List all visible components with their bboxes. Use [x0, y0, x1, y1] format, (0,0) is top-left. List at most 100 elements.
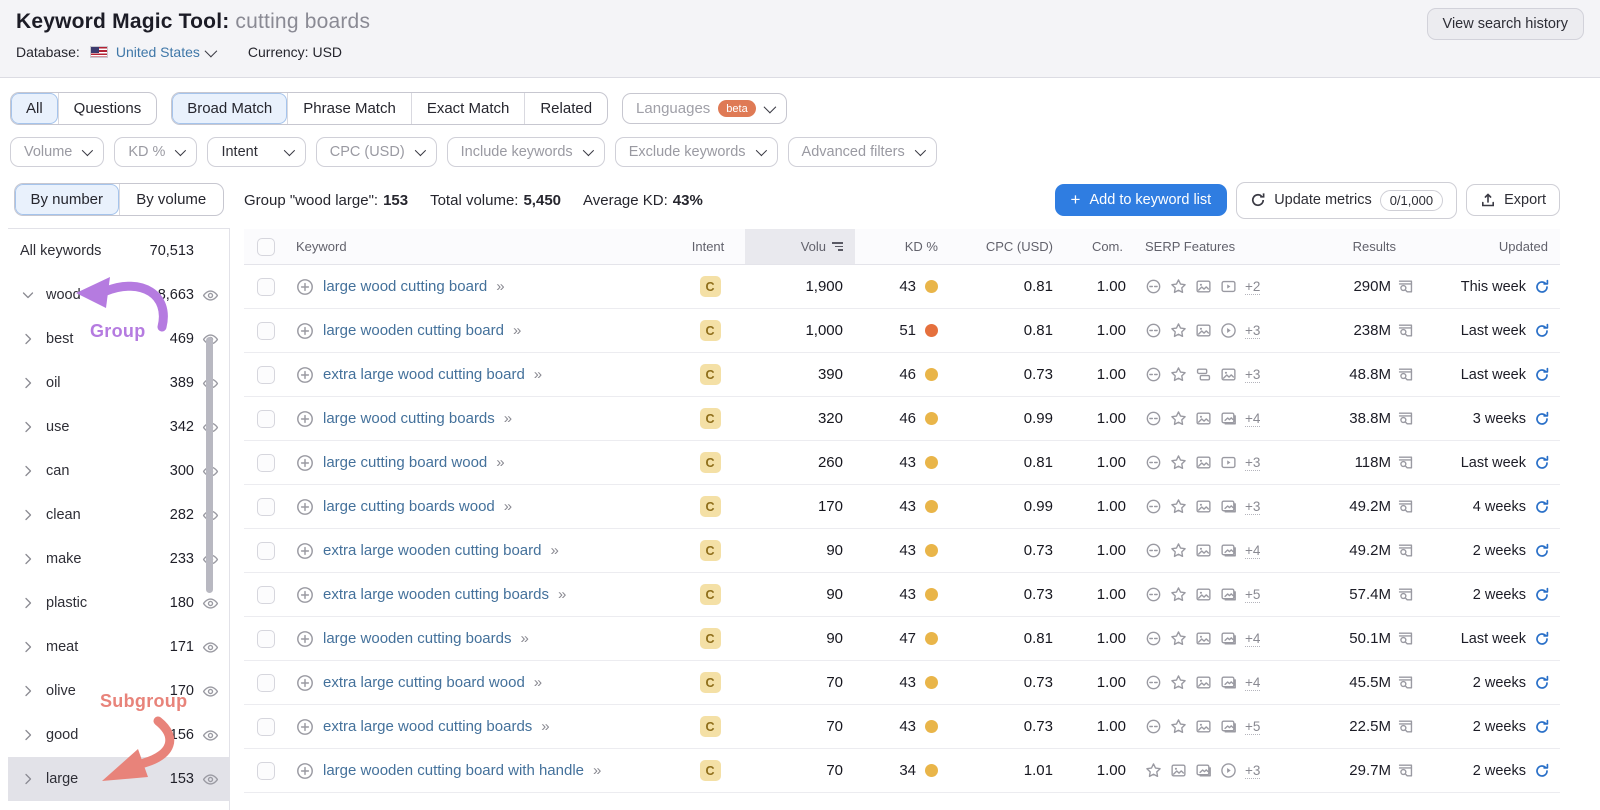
keyword-link[interactable]: large cutting boards wood	[323, 498, 495, 515]
col-com[interactable]: Com.	[1065, 239, 1135, 254]
col-kd[interactable]: KD %	[855, 239, 950, 254]
refresh-icon[interactable]	[1534, 587, 1550, 603]
refresh-icon[interactable]	[1534, 763, 1550, 779]
refresh-icon[interactable]	[1534, 279, 1550, 295]
keyword-expand-chevrons[interactable]: »	[496, 454, 505, 471]
col-cpc[interactable]: CPC (USD)	[950, 239, 1065, 254]
sidebar-item-make[interactable]: make 233	[8, 537, 229, 581]
plus-circle-icon[interactable]	[296, 322, 314, 340]
eye-icon[interactable]	[202, 683, 219, 700]
eye-icon[interactable]	[202, 639, 219, 656]
window-search-icon[interactable]	[1397, 278, 1414, 295]
refresh-icon[interactable]	[1534, 411, 1550, 427]
keyword-link[interactable]: large wood cutting board	[323, 278, 487, 295]
sidebar-item-olive[interactable]: olive 170	[8, 669, 229, 713]
chevron-right-icon[interactable]	[20, 331, 36, 347]
keyword-link[interactable]: large wooden cutting board	[323, 322, 504, 339]
sidebar-item-best[interactable]: best 469	[8, 317, 229, 361]
eye-icon[interactable]	[202, 287, 219, 304]
sidebar-item-large[interactable]: large 153	[8, 757, 229, 801]
sidebar-item-plastic[interactable]: plastic 180	[8, 581, 229, 625]
sidebar-item-good[interactable]: good 156	[8, 713, 229, 757]
chevron-right-icon[interactable]	[20, 771, 36, 787]
window-search-icon[interactable]	[1397, 762, 1414, 779]
sidebar-item-can[interactable]: can 300	[8, 449, 229, 493]
keyword-link[interactable]: large cutting board wood	[323, 454, 487, 471]
keyword-link[interactable]: extra large cutting board wood	[323, 674, 525, 691]
serp-more-count[interactable]: +4	[1245, 631, 1261, 647]
keyword-link[interactable]: large wood cutting boards	[323, 410, 495, 427]
row-checkbox[interactable]	[257, 453, 275, 472]
export-button[interactable]: Export	[1466, 184, 1560, 216]
keyword-link[interactable]: extra large wooden cutting boards	[323, 586, 549, 603]
sidebar-item-meat[interactable]: meat 171	[8, 625, 229, 669]
row-checkbox[interactable]	[257, 277, 275, 296]
refresh-icon[interactable]	[1534, 367, 1550, 383]
serp-more-count[interactable]: +2	[1245, 279, 1261, 295]
filter-exclude-keywords[interactable]: Exclude keywords	[614, 137, 778, 167]
sidebar-item-oil[interactable]: oil 389	[8, 361, 229, 405]
tab-exact-match[interactable]: Exact Match	[410, 93, 525, 124]
plus-circle-icon[interactable]	[296, 674, 314, 692]
serp-more-count[interactable]: +3	[1245, 499, 1261, 515]
refresh-icon[interactable]	[1534, 323, 1550, 339]
serp-more-count[interactable]: +5	[1245, 719, 1261, 735]
filter-advanced-filters[interactable]: Advanced filters	[787, 137, 937, 167]
col-results[interactable]: Results	[1290, 239, 1420, 254]
tab-questions[interactable]: Questions	[57, 93, 157, 124]
keyword-expand-chevrons[interactable]: »	[534, 366, 543, 383]
update-metrics-button[interactable]: Update metrics 0/1,000	[1236, 181, 1458, 219]
plus-circle-icon[interactable]	[296, 630, 314, 648]
chevron-right-icon[interactable]	[20, 463, 36, 479]
row-checkbox[interactable]	[257, 365, 275, 384]
refresh-icon[interactable]	[1534, 499, 1550, 515]
keyword-expand-chevrons[interactable]: »	[541, 718, 550, 735]
keyword-link[interactable]: large wooden cutting boards	[323, 630, 511, 647]
filter-kd-[interactable]: KD %	[114, 137, 198, 167]
chevron-right-icon[interactable]	[20, 683, 36, 699]
refresh-icon[interactable]	[1534, 631, 1550, 647]
keyword-expand-chevrons[interactable]: »	[534, 674, 543, 691]
window-search-icon[interactable]	[1397, 410, 1414, 427]
keyword-link[interactable]: large wooden cutting board with handle	[323, 762, 584, 779]
refresh-icon[interactable]	[1534, 455, 1550, 471]
filter-volume[interactable]: Volume	[10, 137, 105, 167]
refresh-icon[interactable]	[1534, 719, 1550, 735]
refresh-icon[interactable]	[1534, 543, 1550, 559]
filter-include-keywords[interactable]: Include keywords	[446, 137, 605, 167]
keyword-expand-chevrons[interactable]: »	[520, 630, 529, 647]
row-checkbox[interactable]	[257, 585, 275, 604]
sidebar-scrollbar[interactable]	[206, 337, 213, 593]
plus-circle-icon[interactable]	[296, 498, 314, 516]
window-search-icon[interactable]	[1397, 322, 1414, 339]
keyword-expand-chevrons[interactable]: »	[550, 542, 559, 559]
chevron-down-icon[interactable]	[20, 287, 36, 303]
plus-circle-icon[interactable]	[296, 762, 314, 780]
row-checkbox[interactable]	[257, 321, 275, 340]
serp-more-count[interactable]: +4	[1245, 675, 1261, 691]
plus-circle-icon[interactable]	[296, 454, 314, 472]
keyword-expand-chevrons[interactable]: »	[504, 498, 513, 515]
row-checkbox[interactable]	[257, 541, 275, 560]
col-keyword[interactable]: Keyword	[288, 239, 675, 254]
sidebar-tab-by-volume[interactable]: By volume	[118, 184, 224, 215]
chevron-right-icon[interactable]	[20, 419, 36, 435]
row-checkbox[interactable]	[257, 761, 275, 780]
keyword-link[interactable]: extra large wooden cutting board	[323, 542, 541, 559]
keyword-expand-chevrons[interactable]: »	[558, 586, 567, 603]
filter-intent[interactable]: Intent	[207, 137, 306, 167]
window-search-icon[interactable]	[1397, 586, 1414, 603]
window-search-icon[interactable]	[1397, 630, 1414, 647]
plus-circle-icon[interactable]	[296, 586, 314, 604]
view-search-history-button[interactable]: View search history	[1426, 8, 1584, 40]
keyword-expand-chevrons[interactable]: »	[504, 410, 513, 427]
chevron-right-icon[interactable]	[20, 507, 36, 523]
row-checkbox[interactable]	[257, 717, 275, 736]
tab-broad-match[interactable]: Broad Match	[172, 93, 288, 124]
chevron-right-icon[interactable]	[20, 375, 36, 391]
plus-circle-icon[interactable]	[296, 366, 314, 384]
filter-cpc-usd-[interactable]: CPC (USD)	[315, 137, 437, 167]
tab-all[interactable]: All	[11, 93, 58, 124]
chevron-right-icon[interactable]	[20, 639, 36, 655]
window-search-icon[interactable]	[1397, 718, 1414, 735]
